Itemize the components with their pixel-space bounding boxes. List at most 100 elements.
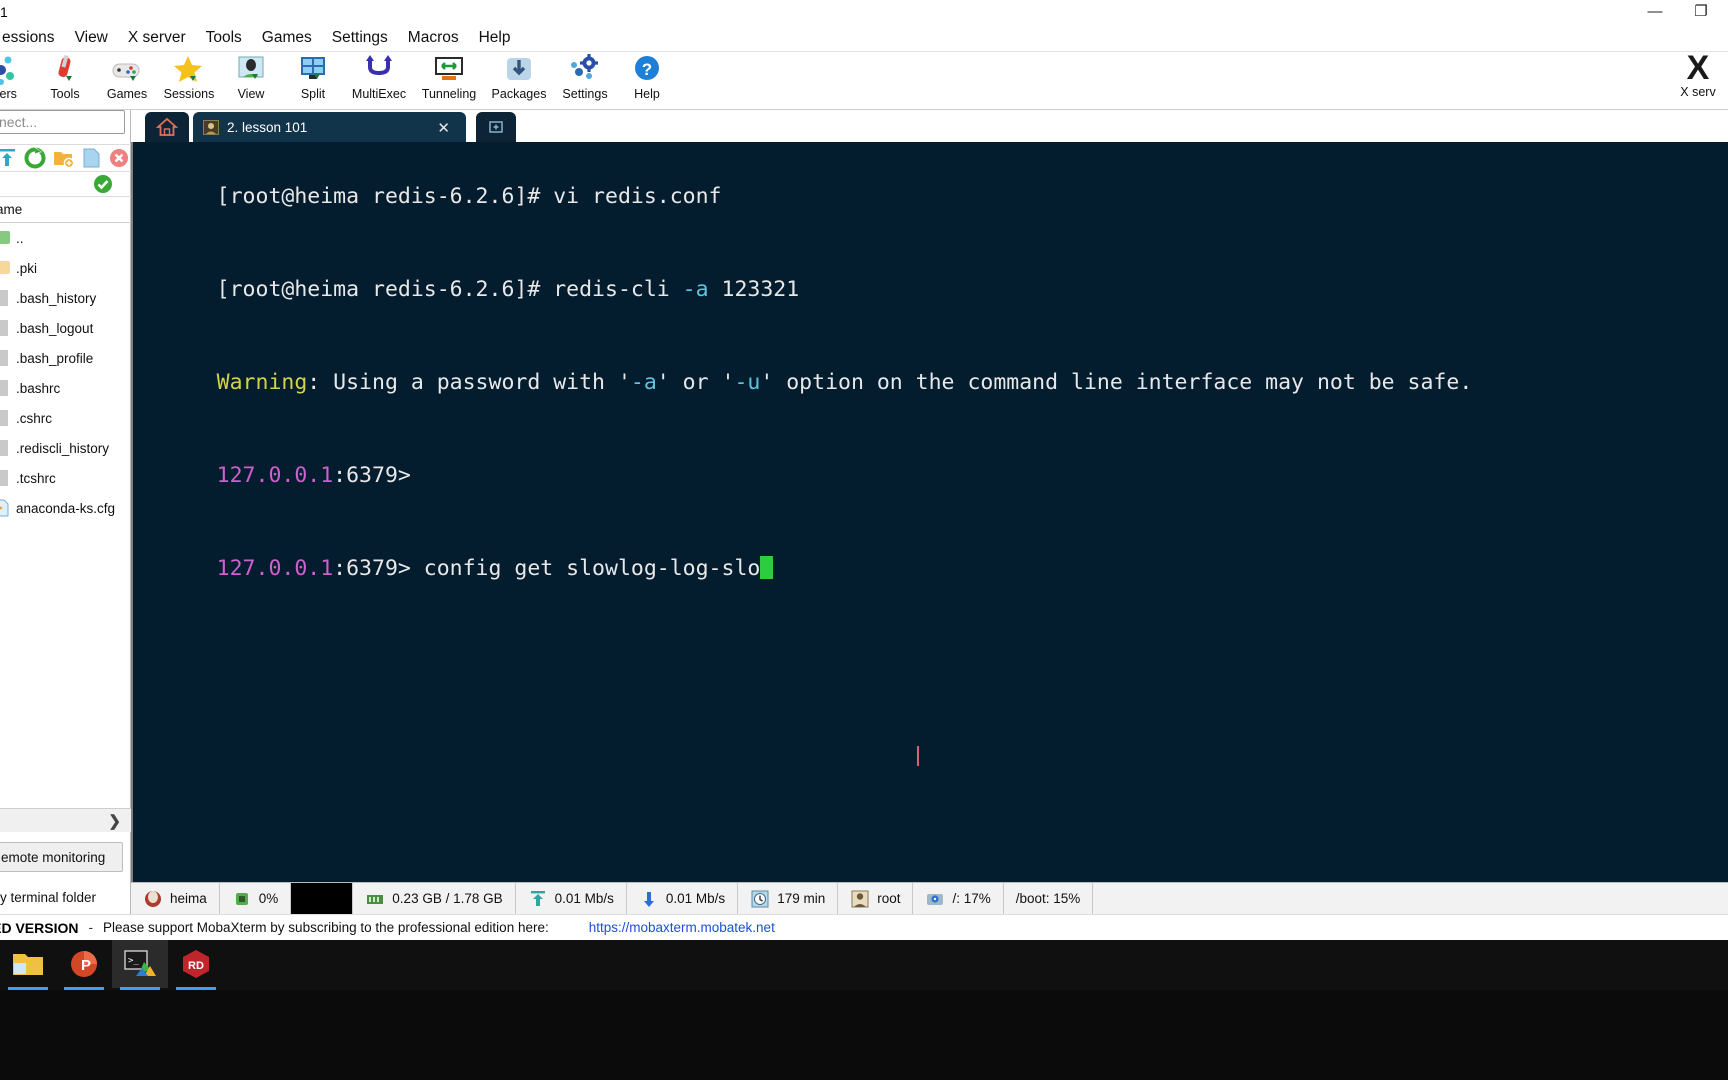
sidebar-expander[interactable]: ❯ <box>0 808 131 832</box>
file-list: .. .pki .bash_history .bash_logout .bash… <box>0 223 131 803</box>
clock-icon <box>750 889 770 909</box>
refresh-icon[interactable] <box>24 147 46 169</box>
menu-help[interactable]: Help <box>469 27 521 49</box>
file-name: .tcshrc <box>16 470 56 486</box>
list-item[interactable]: .tcshrc <box>0 463 131 493</box>
toolbar-settings[interactable]: Settings <box>554 52 616 108</box>
new-tab-button[interactable] <box>476 112 516 142</box>
toolbar-games[interactable]: Games <box>96 52 158 108</box>
status-cpu[interactable]: 0% <box>220 883 292 914</box>
minimize-button[interactable]: — <box>1632 0 1678 22</box>
menu-sessions[interactable]: essions <box>0 27 65 49</box>
status-host-label: heima <box>170 891 207 906</box>
tab-home[interactable] <box>145 112 189 142</box>
desktop-background <box>0 990 1728 1080</box>
file-icon <box>0 439 10 457</box>
toolbar-packages[interactable]: Packages <box>484 52 554 108</box>
tunneling-icon <box>432 54 466 86</box>
menu-tools[interactable]: Tools <box>196 27 252 49</box>
menu-xserver[interactable]: X server <box>118 27 196 49</box>
connected-check-icon <box>92 173 114 195</box>
toolbar-servers[interactable]: rvers <box>0 52 34 108</box>
new-file-icon[interactable] <box>80 147 102 169</box>
status-disk-boot[interactable]: /boot: 15% <box>1004 883 1094 914</box>
file-name: .rediscli_history <box>16 440 110 456</box>
status-user-label: root <box>877 891 901 906</box>
list-item[interactable]: .. <box>0 223 131 253</box>
status-memory[interactable]: 0.23 GB / 1.78 GB <box>353 883 516 914</box>
toolbar-games-label: Games <box>106 87 148 101</box>
taskbar-redis-desktop[interactable]: RD <box>168 940 224 990</box>
terminal-output[interactable]: [root@heima redis-6.2.6]# vi redis.conf … <box>131 142 1728 882</box>
toolbar-xserver[interactable]: X X serv <box>1668 51 1728 108</box>
maximize-button[interactable]: ❐ <box>1678 0 1724 22</box>
toolbar-split[interactable]: Split <box>282 52 344 108</box>
toolbar-view-label: View <box>237 87 265 101</box>
terminal-text: 127.0.0.1 <box>216 556 334 581</box>
list-item[interactable]: .pki <box>0 253 131 283</box>
menu-settings[interactable]: Settings <box>322 27 398 49</box>
powerpoint-icon: P <box>71 951 97 977</box>
menu-view[interactable]: View <box>65 27 118 49</box>
status-user[interactable]: root <box>838 883 914 914</box>
list-item[interactable]: .cshrc <box>0 403 131 433</box>
taskbar-powerpoint[interactable]: P <box>56 940 112 990</box>
mobaxterm-window: 1 — ❐ essions View X server Tools Games … <box>0 0 1728 1080</box>
upload-icon[interactable] <box>0 147 18 169</box>
packages-icon <box>502 54 536 86</box>
delete-icon[interactable] <box>108 147 130 169</box>
list-item[interactable]: anaconda-ks.cfg <box>0 493 131 523</box>
view-icon <box>234 54 268 86</box>
tab-label: 2. lesson 101 <box>227 119 308 135</box>
status-download-label: 0.01 Mb/s <box>665 891 726 906</box>
toolbar-multiexec[interactable]: MultiExec <box>344 52 414 108</box>
window-titlebar: 1 — ❐ <box>0 0 1728 24</box>
version-badge: RED VERSION <box>0 919 79 936</box>
new-folder-icon[interactable] <box>52 147 75 169</box>
terminal-text: [root@heima redis-6.2.6]# redis-cli <box>216 277 683 302</box>
terminal-text: : Using a password with ' <box>307 370 631 395</box>
status-memory-label: 0.23 GB / 1.78 GB <box>392 891 503 906</box>
remote-monitoring-button[interactable]: emote monitoring <box>0 842 123 872</box>
file-name: .bash_logout <box>16 320 94 336</box>
status-download[interactable]: 0.01 Mb/s <box>627 883 739 914</box>
taskbar-items: P >_ RD <box>0 940 1728 990</box>
footer-link[interactable]: https://mobaxterm.mobatek.net <box>589 920 775 935</box>
status-disk-root[interactable]: /: 17% <box>913 883 1004 914</box>
servers-icon <box>0 54 20 86</box>
cpu-icon <box>232 889 252 909</box>
list-item[interactable]: .bash_profile <box>0 343 131 373</box>
status-uptime[interactable]: 179 min <box>738 883 839 914</box>
list-item[interactable]: .bashrc <box>0 373 131 403</box>
search-input[interactable]: nect... <box>0 110 125 134</box>
taskbar-mobaxterm[interactable]: >_ <box>112 940 168 990</box>
toolbar-help[interactable]: ? Help <box>616 52 678 108</box>
file-name: .cshrc <box>16 410 53 426</box>
taskbar-explorer[interactable] <box>0 940 56 990</box>
list-item[interactable]: .bash_logout <box>0 313 131 343</box>
toolbar-sessions[interactable]: Sessions <box>158 52 220 108</box>
toolbar-tools[interactable]: Tools <box>34 52 96 108</box>
user-icon <box>850 889 870 909</box>
tab-close-button[interactable]: ✕ <box>437 119 450 137</box>
terminal-folder-button[interactable]: y terminal folder <box>0 882 123 912</box>
terminal-text: 127.0.0.1 <box>216 463 334 488</box>
license-footer: RED VERSION - Please support MobaXterm b… <box>0 914 1728 940</box>
menu-macros[interactable]: Macros <box>398 27 469 49</box>
toolbar-split-label: Split <box>300 87 326 101</box>
status-host[interactable]: heima <box>131 883 220 914</box>
footer-message: Please support MobaXterm by subscribing … <box>102 920 549 935</box>
terminal-line: 127.0.0.1:6379> <box>139 429 1728 522</box>
tab-lesson-101[interactable]: 2. lesson 101 ✕ <box>193 112 466 142</box>
toolbar-tunneling[interactable]: Tunneling <box>414 52 484 108</box>
toolbar-view[interactable]: View <box>220 52 282 108</box>
terminal-text: :6379> config get slowlog-log-slo <box>333 556 761 581</box>
terminal-text: 123321 <box>708 277 800 302</box>
status-upload[interactable]: 0.01 Mb/s <box>516 883 627 914</box>
list-item[interactable]: .rediscli_history <box>0 433 131 463</box>
sessions-star-icon <box>172 54 206 86</box>
toolbar-servers-label: rvers <box>0 87 17 101</box>
svg-text:RD: RD <box>188 960 204 972</box>
menu-games[interactable]: Games <box>252 27 322 49</box>
list-item[interactable]: .bash_history <box>0 283 131 313</box>
